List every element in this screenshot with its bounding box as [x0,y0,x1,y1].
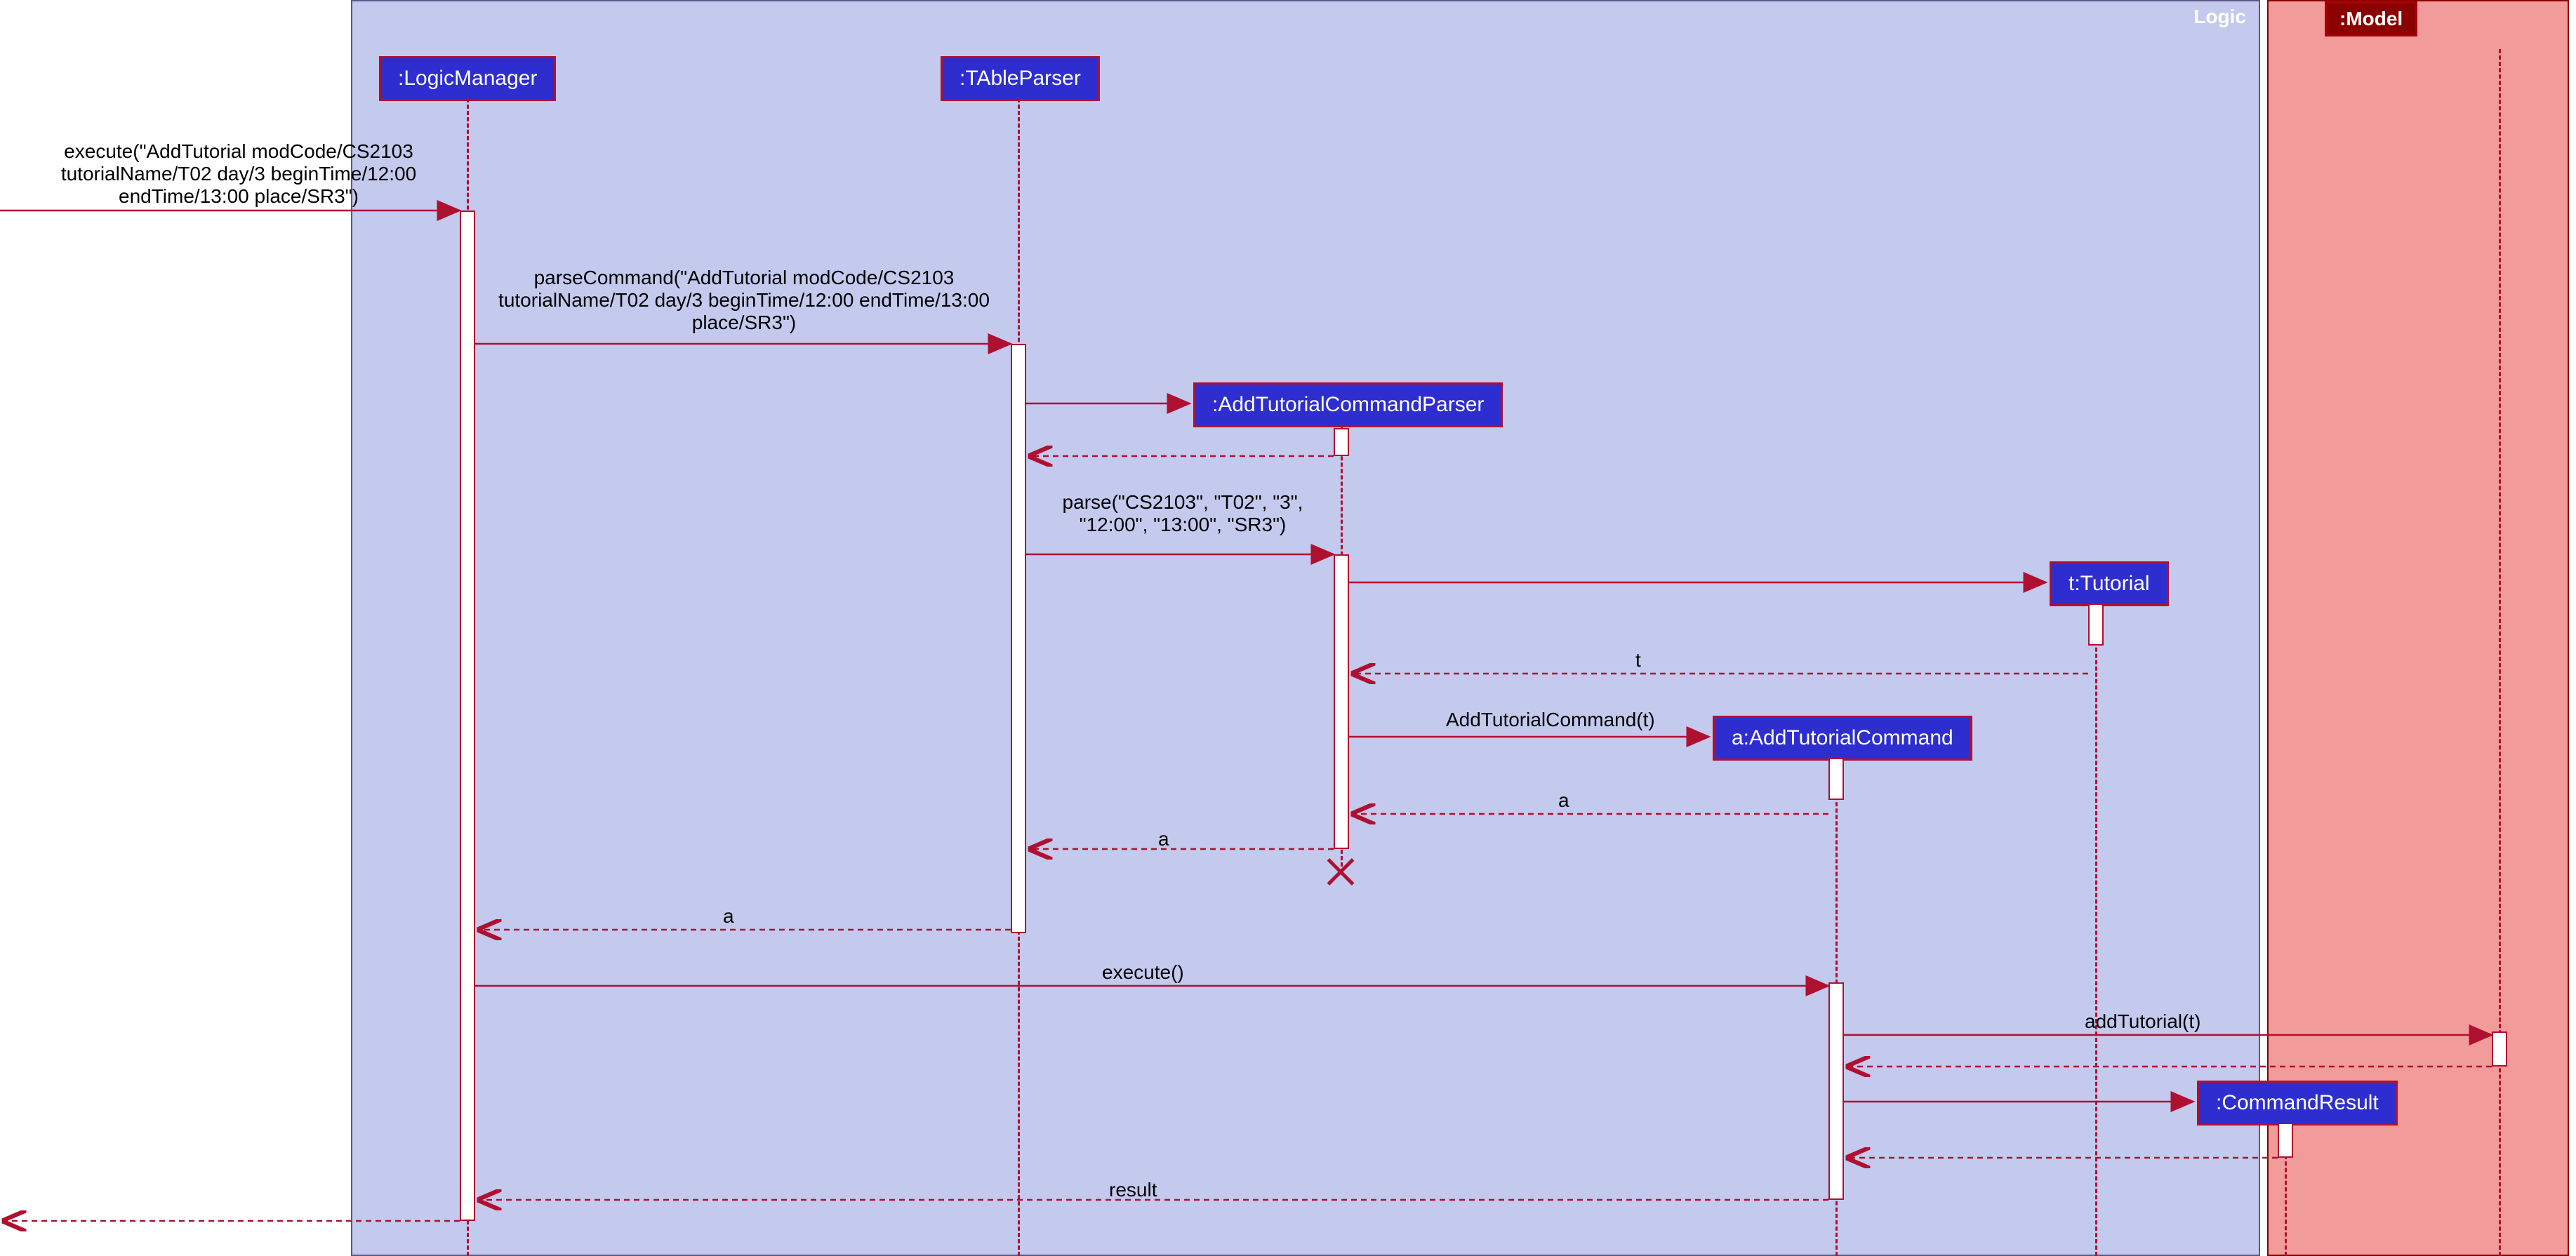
msg-return-t: t [1635,649,1641,672]
add-tutorial-command-parser-participant: :AddTutorialCommandParser [1193,382,1503,427]
msg-parse: parse("CS2103", "T02", "3", "12:00", "13… [1032,491,1334,536]
table-parser-participant: :TAbleParser [941,56,1100,101]
model-participant: :Model [2325,1,2417,36]
tutorial-activation [2088,603,2104,646]
msg-return-a3: a [723,905,734,928]
logic-manager-activation [460,211,475,1221]
tutorial-lifeline [2095,603,2097,1256]
msg-add-tutorial-command: AddTutorialCommand(t) [1446,709,1655,731]
parser-activation-2 [1334,554,1349,849]
model-lifeline [2499,49,2501,1256]
model-frame: :Model [2267,0,2569,1256]
msg-add-tutorial: addTutorial(t) [2085,1010,2200,1033]
msg-execute-in: execute("AddTutorial modCode/CS2103 tuto… [14,140,463,208]
msg-return-a2: a [1158,828,1169,850]
msg-return-a1: a [1558,789,1569,812]
add-tutorial-command-activation-1 [1828,758,1844,800]
msg-return-result: result [1109,1179,1157,1201]
logic-frame-label: Logic [2181,1,2259,32]
msg-parse-command: parseCommand("AddTutorial modCode/CS2103… [477,267,1011,334]
destroy-parser-icon [1323,853,1358,888]
logic-frame: Logic [351,0,2260,1256]
parser-activation-1 [1334,428,1349,456]
logic-manager-participant: :LogicManager [379,56,556,101]
command-result-activation [2278,1123,2293,1158]
table-parser-activation [1011,344,1026,933]
command-result-participant: :CommandResult [2197,1081,2398,1125]
add-tutorial-command-activation-2 [1828,982,1844,1200]
add-tutorial-command-participant: a:AddTutorialCommand [1713,716,1972,761]
tutorial-participant: t:Tutorial [2050,561,2169,606]
model-activation [2492,1031,2507,1067]
msg-execute-call: execute() [1102,961,1184,984]
